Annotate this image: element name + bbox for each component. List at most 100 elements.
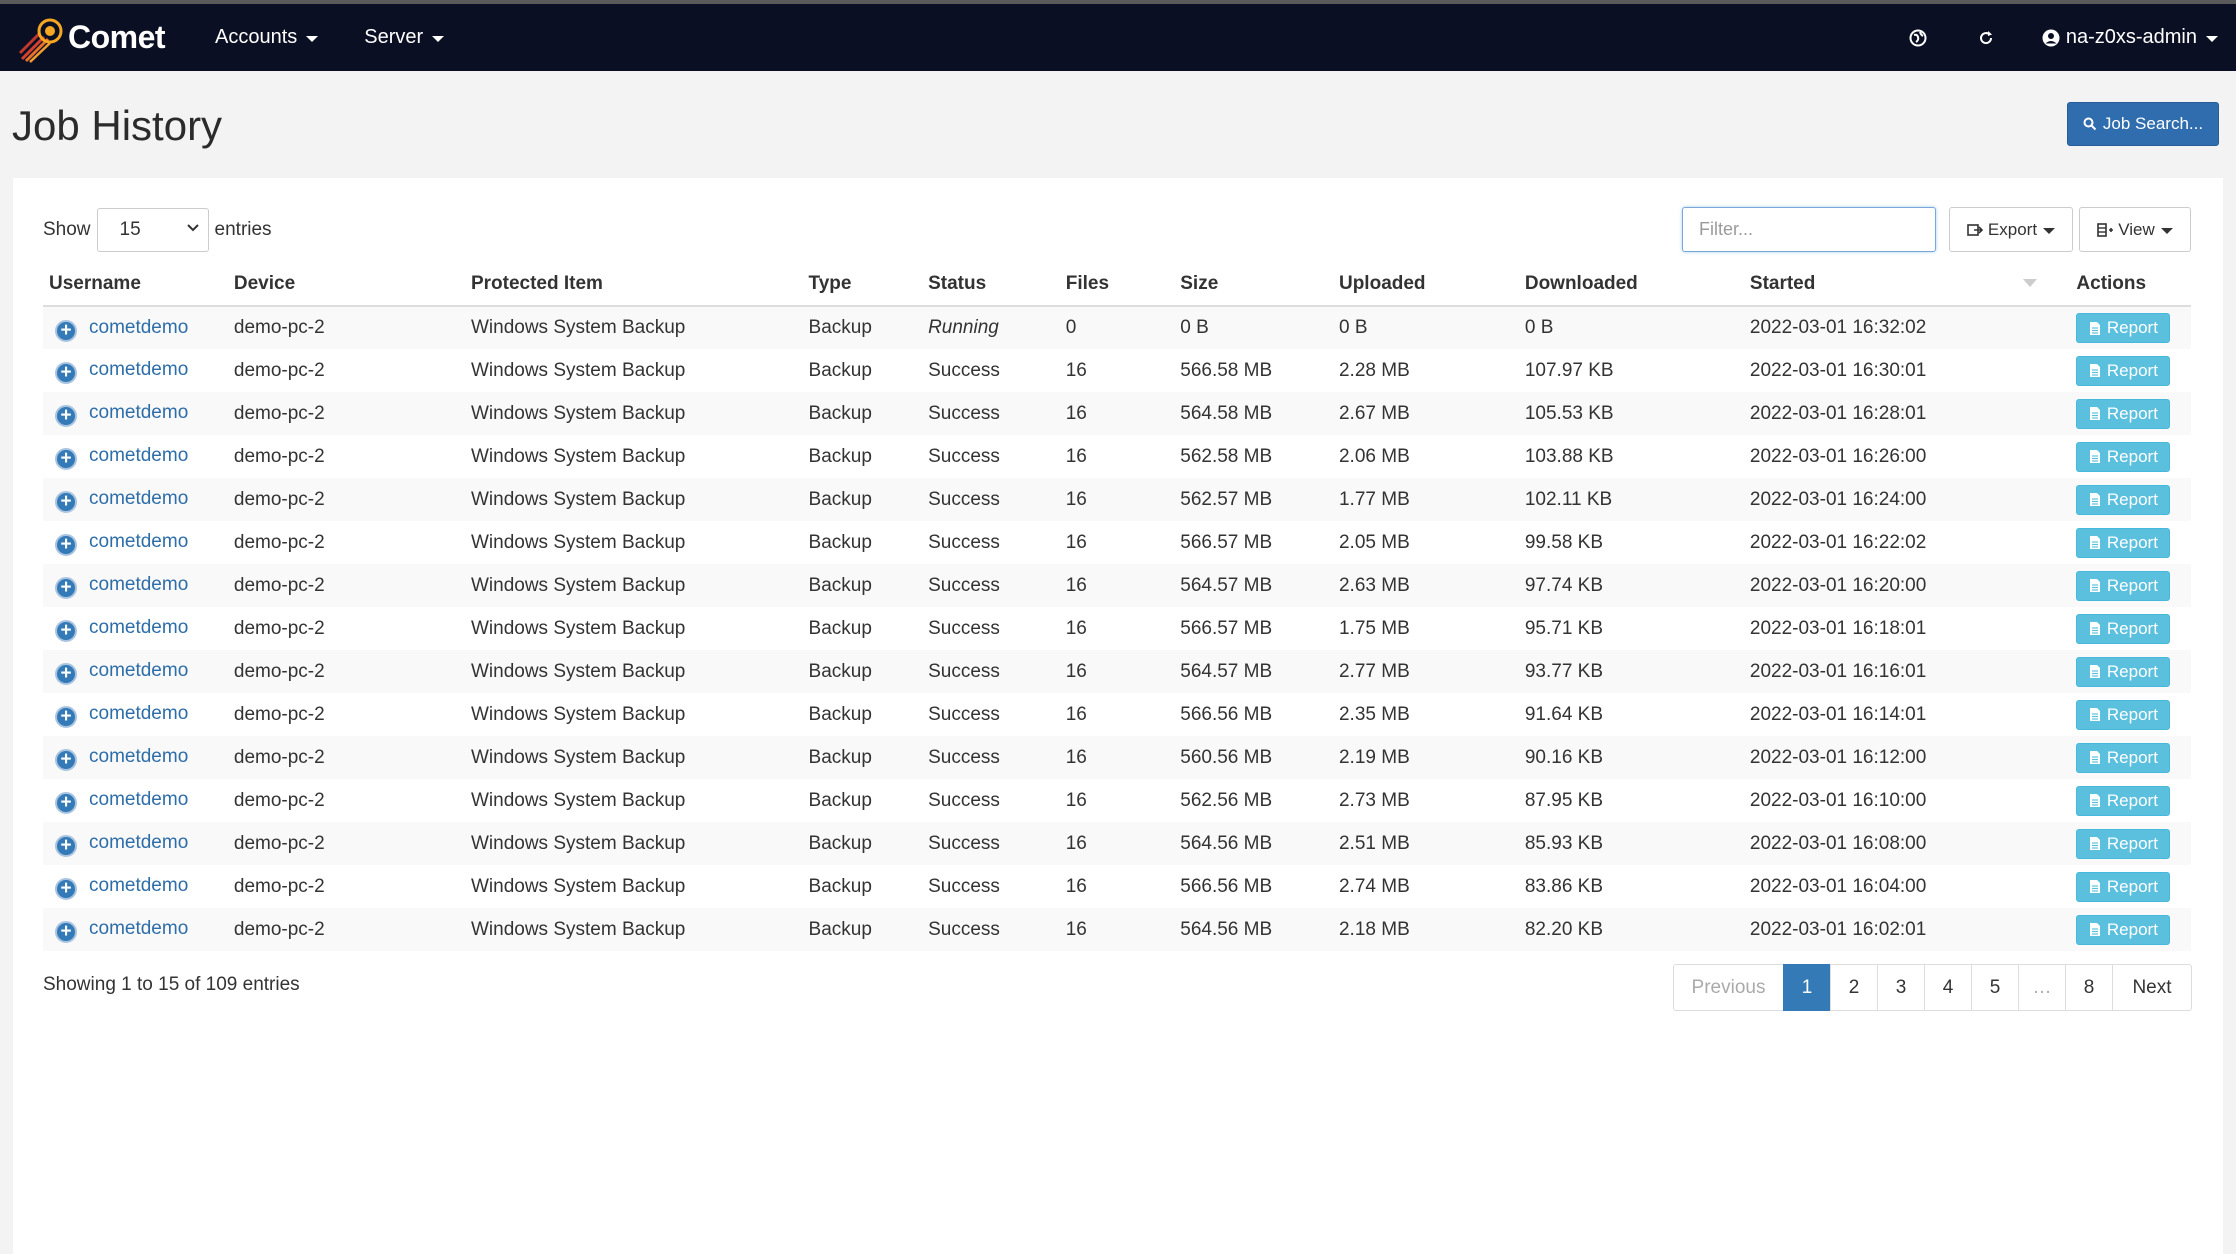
plus-circle-icon[interactable]: + (55, 663, 77, 686)
report-button[interactable]: Report (2076, 914, 2171, 945)
cell-started: 2022-03-01 16:10:00 (1749, 789, 1927, 811)
cell-uploaded: 0 B (1338, 306, 1525, 349)
report-button[interactable]: Report (2076, 527, 2171, 558)
table-row: + cometdemo demo-pc-2 Windows System Back… (43, 865, 2191, 908)
brand[interactable]: Comet (18, 8, 203, 68)
username-link[interactable]: cometdemo (89, 446, 188, 467)
report-button[interactable]: Report (2076, 398, 2171, 429)
job-search-button[interactable]: Job Search... (2067, 102, 2219, 146)
report-button[interactable]: Report (2076, 871, 2171, 902)
column-header-type[interactable]: Type (808, 262, 929, 307)
filter-input[interactable] (1682, 207, 1936, 252)
username-link[interactable]: cometdemo (89, 532, 188, 553)
column-header-started[interactable]: Started (1749, 262, 2077, 307)
column-header-device[interactable]: Device (233, 262, 471, 307)
report-button[interactable]: Report (2076, 313, 2171, 343)
page-length-select[interactable]: 15 (96, 208, 209, 252)
username-link[interactable]: cometdemo (89, 618, 188, 639)
table-row: + cometdemo demo-pc-2 Windows System Back… (43, 908, 2191, 951)
plus-circle-icon[interactable]: + (55, 491, 77, 514)
report-button[interactable]: Report (2076, 656, 2171, 687)
cell-actions: Report (2076, 822, 2191, 865)
report-button[interactable]: Report (2076, 613, 2171, 644)
report-button[interactable]: Report (2076, 828, 2171, 859)
export-button[interactable]: Export (1949, 207, 2073, 252)
username-link[interactable]: cometdemo (89, 403, 188, 424)
report-button[interactable]: Report (2076, 699, 2171, 730)
cell-device: demo-pc-2 (233, 531, 325, 553)
cell-files: 16 (1065, 564, 1181, 607)
column-header-files[interactable]: Files (1065, 262, 1181, 307)
plus-circle-icon[interactable]: + (55, 835, 77, 858)
username-link[interactable]: cometdemo (89, 317, 188, 338)
cell-size: 564.57 MB (1180, 564, 1339, 607)
column-header-downloaded[interactable]: Downloaded (1524, 262, 1750, 307)
column-header-username[interactable]: Username (43, 262, 234, 307)
username-link[interactable]: cometdemo (89, 833, 188, 854)
plus-circle-icon[interactable]: + (55, 319, 77, 342)
refresh-icon[interactable] (1974, 26, 1998, 50)
report-label: Report (2106, 318, 2158, 337)
cell-status: Success (928, 478, 1066, 521)
plus-circle-icon[interactable]: + (55, 706, 77, 729)
plus-circle-icon[interactable]: + (55, 792, 77, 815)
column-header-uploaded[interactable]: Uploaded (1338, 262, 1525, 307)
username-link[interactable]: cometdemo (89, 360, 188, 381)
username-link[interactable]: cometdemo (89, 575, 188, 596)
report-button[interactable]: Report (2076, 785, 2171, 816)
pagination-previous[interactable]: Previous (1673, 964, 1784, 1011)
report-button[interactable]: Report (2076, 355, 2171, 386)
cell-actions: Report (2076, 435, 2191, 478)
menu-server[interactable]: Server (364, 26, 445, 49)
username-link[interactable]: cometdemo (89, 747, 188, 768)
column-header-size[interactable]: Size (1180, 262, 1339, 307)
report-button[interactable]: Report (2076, 484, 2171, 515)
plus-circle-icon[interactable]: + (55, 362, 77, 385)
plus-circle-icon[interactable]: + (55, 448, 77, 471)
column-header-status[interactable]: Status (928, 262, 1066, 307)
cell-username: + cometdemo (43, 822, 234, 865)
username-link[interactable]: cometdemo (89, 876, 188, 897)
username-link[interactable]: cometdemo (89, 661, 188, 682)
pagination-page-5[interactable]: 5 (1971, 964, 2019, 1011)
menu-accounts[interactable]: Accounts (215, 26, 319, 49)
cell-status: Success (928, 703, 1000, 725)
file-icon (2089, 837, 2100, 850)
cell-uploaded: 2.06 MB (1338, 445, 1410, 467)
plus-circle-icon[interactable]: + (55, 878, 77, 901)
globe-icon[interactable] (1906, 26, 1930, 50)
cell-status: Success (928, 359, 1000, 381)
plus-circle-icon[interactable]: + (55, 620, 77, 643)
cell-device: demo-pc-2 (233, 703, 325, 725)
cell-files: 16 (1065, 445, 1087, 467)
plus-circle-icon[interactable]: + (55, 405, 77, 428)
job-history-table: Username Device Protected Item Type Stat… (43, 262, 2191, 951)
plus-circle-icon[interactable]: + (55, 534, 77, 557)
report-button[interactable]: Report (2076, 441, 2171, 472)
plus-circle-icon[interactable]: + (55, 921, 77, 944)
username-link[interactable]: cometdemo (89, 704, 188, 725)
cell-type: Backup (808, 564, 929, 607)
pagination-page-4[interactable]: 4 (1924, 964, 1972, 1011)
plus-circle-icon[interactable]: + (55, 749, 77, 772)
plus-circle-icon[interactable]: + (55, 577, 77, 600)
username-link[interactable]: cometdemo (89, 919, 188, 940)
report-button[interactable]: Report (2076, 742, 2171, 773)
report-button[interactable]: Report (2076, 570, 2171, 601)
pagination-next[interactable]: Next (2112, 964, 2192, 1011)
pagination-page-8[interactable]: 8 (2065, 964, 2113, 1011)
cell-protected-item: Windows System Backup (470, 908, 809, 951)
username-link[interactable]: cometdemo (89, 489, 188, 510)
username-link[interactable]: cometdemo (89, 790, 188, 811)
view-button[interactable]: View (2079, 207, 2191, 252)
cell-started: 2022-03-01 16:28:01 (1749, 392, 2077, 435)
user-menu[interactable]: na-z0xs-admin (2042, 26, 2218, 49)
cell-status: Success (928, 822, 1066, 865)
column-header-protected-item[interactable]: Protected Item (470, 262, 809, 307)
cell-status: Success (928, 789, 1000, 811)
page-length-value: 15 (119, 219, 141, 240)
cell-files: 16 (1065, 617, 1087, 639)
pagination-page-2[interactable]: 2 (1830, 964, 1878, 1011)
pagination-page-1[interactable]: 1 (1783, 964, 1831, 1011)
pagination-page-3[interactable]: 3 (1877, 964, 1925, 1011)
